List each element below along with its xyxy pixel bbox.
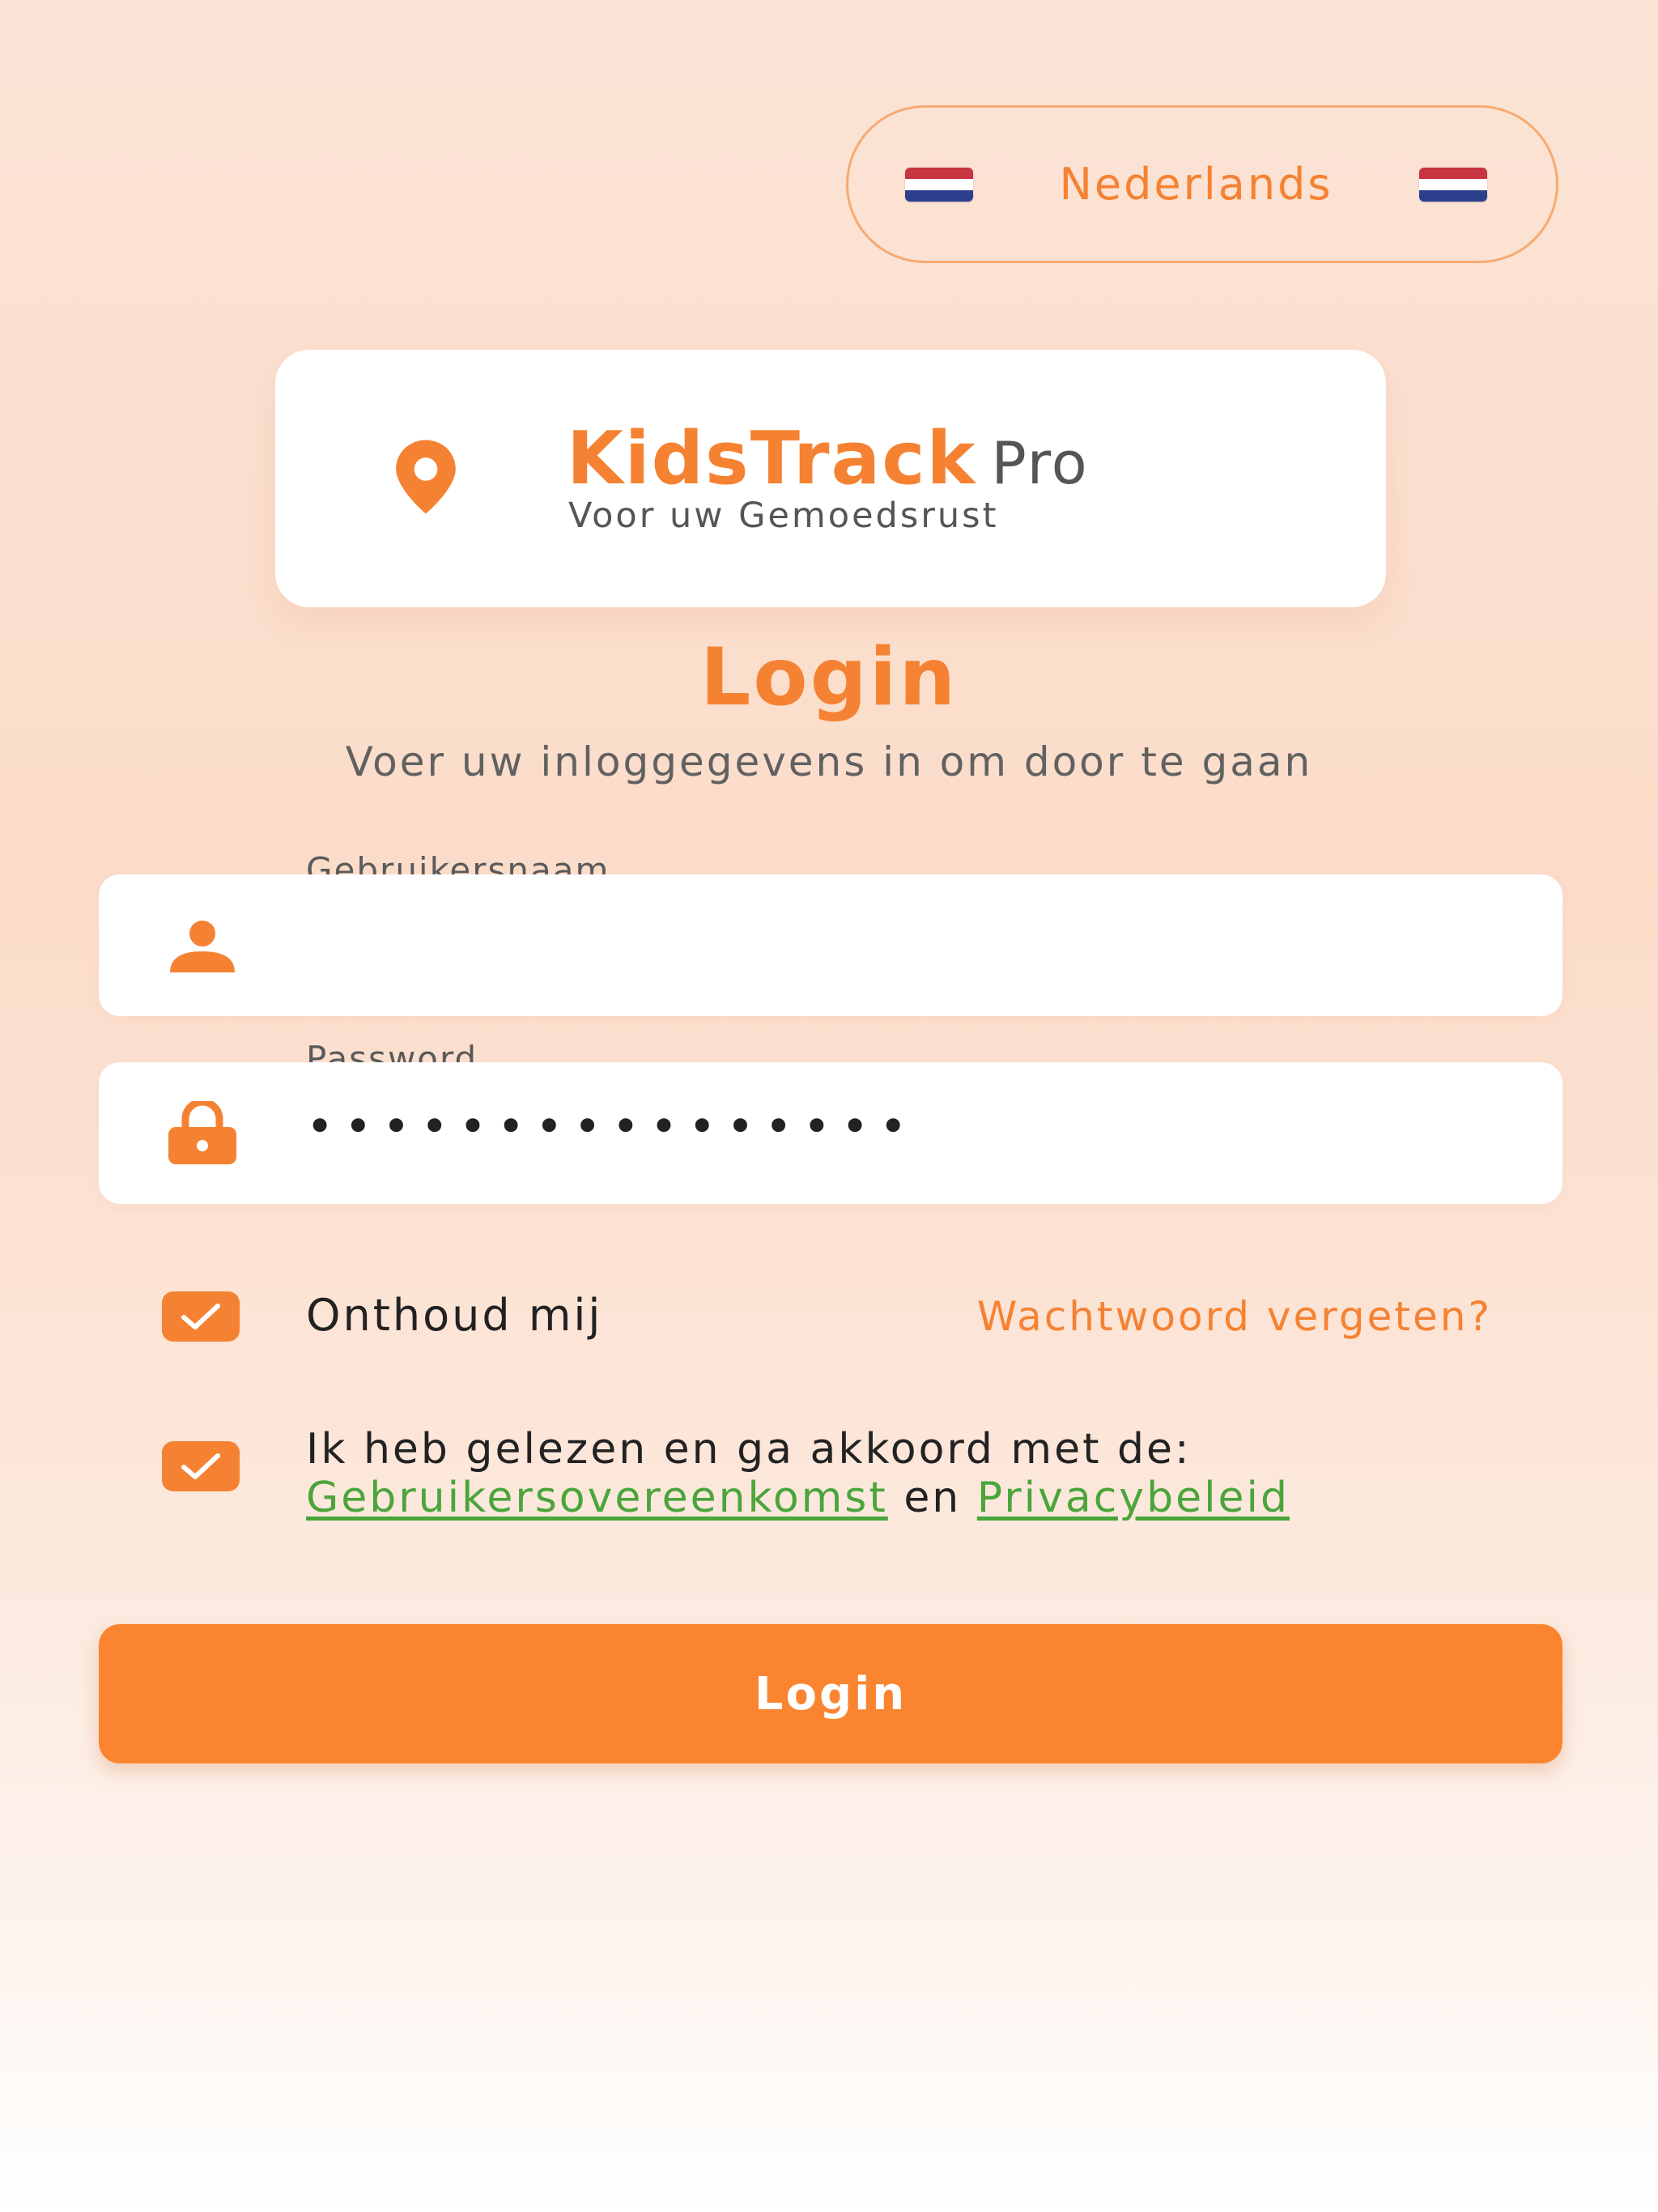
check-icon: [181, 1304, 220, 1329]
terms-link[interactable]: Gebruikersovereenkomst: [306, 1474, 888, 1522]
netherlands-flag-icon: [1419, 167, 1487, 202]
username-field[interactable]: [99, 874, 1562, 1016]
forgot-password-link[interactable]: Wachtwoord vergeten?: [977, 1293, 1492, 1340]
brand-tagline: Voor uw Gemoedsrust: [568, 496, 999, 536]
brand-card: KidsTrack Pro Voor uw Gemoedsrust: [275, 350, 1386, 607]
page-subtitle: Voer uw inloggegevens in om door te gaan: [345, 738, 1313, 785]
remember-me-label: Onthoud mij: [306, 1290, 603, 1341]
agreement-checkbox[interactable]: [162, 1441, 240, 1491]
netherlands-flag-icon: [905, 167, 973, 202]
brand-name: KidsTrack Pro: [567, 416, 1089, 501]
language-selector[interactable]: Nederlands: [846, 105, 1558, 263]
remember-me-checkbox[interactable]: [162, 1291, 240, 1342]
login-screen: Nederlands KidsTrack Pro Voor uw Gemoedsr…: [0, 0, 1658, 2212]
brand-suffix: Pro: [991, 429, 1089, 497]
password-field[interactable]: ••••••••••••••••: [99, 1062, 1562, 1204]
login-button[interactable]: Login: [99, 1624, 1562, 1763]
page-title: Login: [699, 632, 959, 724]
agreement-text: Ik heb gelezen en ga akkoord met de: Geb…: [306, 1425, 1290, 1522]
agreement-conjunction: en: [903, 1474, 962, 1522]
agreement-prefix: Ik heb gelezen en ga akkoord met de:: [306, 1425, 1192, 1474]
brand-main-name: KidsTrack: [567, 416, 977, 501]
location-pin-icon: [396, 440, 456, 514]
language-label: Nederlands: [1059, 159, 1333, 210]
lock-icon: [168, 1101, 236, 1164]
username-input[interactable]: [306, 874, 1520, 1016]
privacy-link[interactable]: Privacybeleid: [977, 1474, 1290, 1522]
password-input[interactable]: ••••••••••••••••: [306, 1103, 917, 1150]
check-icon: [181, 1453, 220, 1479]
user-icon: [170, 921, 235, 972]
